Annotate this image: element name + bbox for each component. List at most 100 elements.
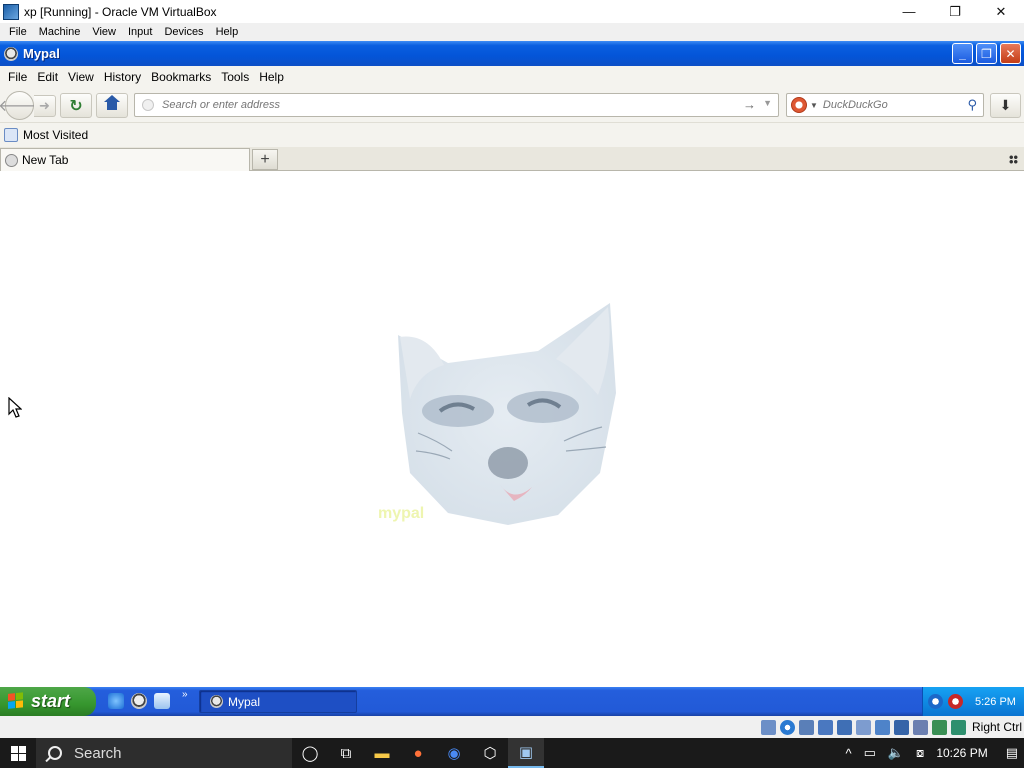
vbox-menu-devices[interactable]: Devices	[158, 26, 209, 38]
cortana-icon[interactable]: ◯	[292, 738, 328, 768]
mypal-icon	[4, 46, 18, 61]
windows-search-box[interactable]: Search	[36, 738, 292, 768]
mouse-integration-icon[interactable]	[931, 719, 947, 735]
hard-disk-icon[interactable]	[760, 719, 776, 735]
mypal-quicklaunch-icon[interactable]	[131, 693, 147, 709]
xp-clock: 5:26 PM	[975, 695, 1016, 708]
taskbar-item-mypal[interactable]: Mypal	[199, 690, 357, 713]
url-dropdown-icon[interactable]: ▼	[763, 98, 772, 108]
vbox-menu-help[interactable]: Help	[210, 26, 245, 38]
xp-minimize-button[interactable]: _	[952, 43, 973, 64]
engine-dropdown-icon[interactable]: ▼	[810, 101, 818, 110]
usb-icon[interactable]	[836, 719, 852, 735]
home-icon	[104, 94, 120, 112]
duckduckgo-icon[interactable]	[791, 97, 807, 113]
internet-explorer-icon[interactable]	[108, 693, 124, 709]
task-view-icon[interactable]: ⧉	[328, 738, 364, 768]
keyboard-icon[interactable]	[950, 719, 966, 735]
virtualbox-icon	[3, 3, 19, 20]
mypal-window-controls: _ ❐ ✕	[952, 43, 1021, 64]
go-arrow-icon[interactable]: →	[743, 97, 756, 112]
browser-menubar: File Edit View History Bookmarks Tools H…	[0, 66, 1024, 88]
quicklaunch-chevron-icon[interactable]: »	[182, 689, 188, 700]
forward-button[interactable]: ➜	[34, 95, 56, 117]
recording-icon[interactable]	[893, 719, 909, 735]
page-identity-icon	[142, 99, 154, 111]
mypal-task-icon	[210, 695, 223, 708]
tray-chevron-icon[interactable]	[928, 694, 943, 709]
display-icon[interactable]	[874, 719, 890, 735]
volume-muted-icon[interactable]: 🔈	[888, 745, 904, 761]
tab-new-tab[interactable]: New Tab	[0, 148, 250, 171]
browser-menu-help[interactable]: Help	[254, 70, 289, 84]
downloads-button[interactable]: ⬇	[990, 93, 1021, 118]
audio-icon[interactable]	[798, 719, 814, 735]
browser-menu-history[interactable]: History	[99, 70, 146, 84]
vbox-menu-machine[interactable]: Machine	[33, 26, 87, 38]
security-shield-icon[interactable]	[948, 694, 963, 709]
action-center-icon[interactable]: ▤	[1006, 745, 1018, 761]
mypal-logo-text: mypal	[378, 505, 425, 522]
windows-start-button[interactable]	[0, 738, 36, 768]
home-button[interactable]	[96, 93, 128, 118]
start-label: start	[31, 691, 71, 711]
restore-button[interactable]: ❐	[932, 0, 978, 23]
mouse-cursor-icon	[8, 397, 22, 418]
search-icon	[48, 746, 62, 760]
tab-grid-icon[interactable]	[1009, 155, 1018, 164]
power-icon[interactable]: ⧇	[916, 745, 924, 761]
minimize-button[interactable]: —	[886, 0, 932, 23]
taskbar-item-label: Mypal	[228, 694, 261, 709]
windows-system-tray: ^ ▭ 🔈 ⧇ 10:26 PM ▤	[839, 738, 1024, 768]
download-arrow-icon: ⬇	[999, 97, 1012, 113]
search-input[interactable]	[822, 99, 958, 111]
vbox-window-controls: — ❐ ✕	[886, 0, 1024, 23]
bookmark-most-visited[interactable]: Most Visited	[23, 128, 88, 142]
browser-menu-tools[interactable]: Tools	[216, 70, 254, 84]
forward-arrow-icon: ➜	[39, 98, 50, 113]
close-button[interactable]: ✕	[978, 0, 1024, 23]
xp-restore-button[interactable]: ❐	[976, 43, 997, 64]
tab-strip: New Tab +	[0, 147, 1024, 171]
vbox-menu-file[interactable]: File	[3, 26, 33, 38]
cpu-icon[interactable]	[912, 719, 928, 735]
address-bar[interactable]: → ▼	[134, 93, 779, 117]
virtualbox-vm-icon[interactable]: ▣	[508, 738, 544, 768]
tab-favicon-icon	[5, 153, 18, 167]
new-tab-button[interactable]: +	[252, 149, 278, 170]
network-icon[interactable]	[817, 719, 833, 735]
browser-menu-file[interactable]: File	[3, 70, 32, 84]
search-bar[interactable]: ▼ ⚲	[786, 93, 984, 117]
windows-clock: 10:26 PM	[936, 746, 988, 760]
vbox-window-title: xp [Running] - Oracle VM VirtualBox	[24, 4, 217, 19]
tab-label: New Tab	[22, 153, 69, 167]
browser-menu-edit[interactable]: Edit	[32, 70, 63, 84]
windows-logo-icon	[10, 745, 26, 761]
show-desktop-icon[interactable]	[154, 693, 170, 709]
xp-close-button[interactable]: ✕	[1000, 43, 1021, 64]
host-key-label: Right Ctrl	[971, 720, 1022, 734]
virtualbox-cube-icon[interactable]: ⬡	[472, 738, 508, 768]
mypal-window-title: Mypal	[23, 46, 60, 61]
vbox-statusbar: Right Ctrl	[0, 716, 1024, 738]
shared-folders-icon[interactable]	[855, 719, 871, 735]
file-explorer-icon[interactable]: ▬	[364, 738, 400, 768]
url-input[interactable]	[162, 99, 722, 111]
mypal-titlebar: Mypal _ ❐ ✕	[0, 41, 1024, 66]
browser-menu-bookmarks[interactable]: Bookmarks	[146, 70, 216, 84]
navigation-toolbar: 🡐 ➜ ↻ → ▼ ▼ ⚲ ⬇	[0, 88, 1024, 123]
show-hidden-icons-icon[interactable]: ^	[845, 746, 851, 761]
vbox-menu-input[interactable]: Input	[122, 26, 158, 38]
network-status-icon[interactable]: ▭	[864, 745, 876, 761]
browser-menu-view[interactable]: View	[63, 70, 99, 84]
reload-button[interactable]: ↻	[60, 93, 92, 118]
firefox-icon[interactable]: ●	[400, 738, 436, 768]
windows-search-label: Search	[74, 744, 122, 762]
search-icon[interactable]: ⚲	[967, 97, 977, 113]
chrome-icon[interactable]: ◉	[436, 738, 472, 768]
back-button[interactable]: 🡐	[0, 91, 41, 120]
start-button[interactable]: start	[0, 687, 96, 716]
optical-drive-icon[interactable]	[779, 719, 795, 735]
vbox-menu-view[interactable]: View	[86, 26, 122, 38]
windows-taskbar: Search ◯ ⧉ ▬ ● ◉ ⬡ ▣ ^ ▭ 🔈 ⧇ 10:26 PM ▤	[0, 738, 1024, 768]
